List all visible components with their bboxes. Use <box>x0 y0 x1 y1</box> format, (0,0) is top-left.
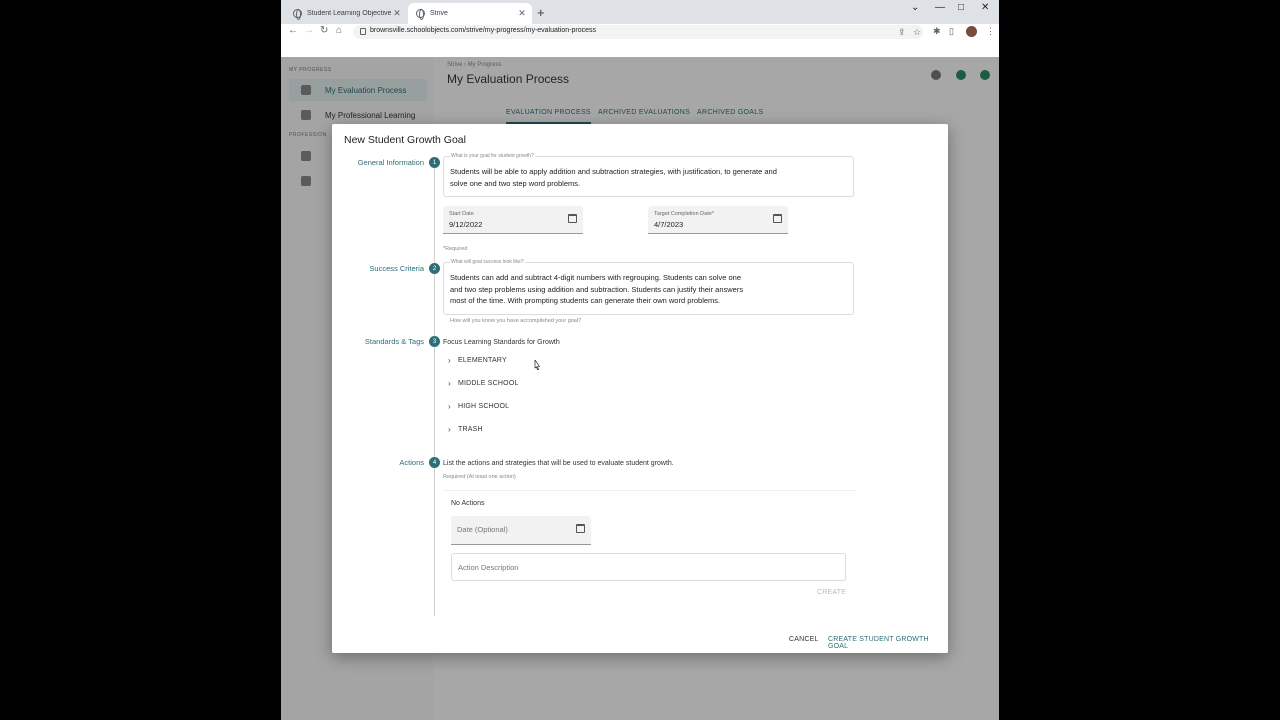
tab-strive[interactable]: Strive ✕ <box>408 3 532 24</box>
browser-toolbar: ← → ↻ ⌂ brownsville.schoolobjects.com/st… <box>281 24 999 40</box>
stepper-line <box>434 160 435 616</box>
menu-icon[interactable]: ⋮ <box>986 26 995 37</box>
step-label-actions: Actions <box>399 458 424 467</box>
new-goal-dialog: New Student Growth Goal General Informat… <box>332 124 948 653</box>
close-icon[interactable]: ✕ <box>516 8 528 19</box>
globe-icon <box>416 9 425 20</box>
url-text: brownsville.schoolobjects.com/strive/my-… <box>370 27 597 34</box>
step-label-standards: Standards & Tags <box>364 337 424 346</box>
browser-window: Student Learning Objectives For ✕ Strive… <box>281 0 999 720</box>
calendar-icon[interactable] <box>568 214 577 223</box>
action-description-placeholder: Action Description <box>458 563 519 572</box>
step-number: 2 <box>429 263 440 274</box>
calendar-icon[interactable] <box>576 524 585 533</box>
close-icon[interactable]: ✕ <box>391 8 403 19</box>
divider <box>443 490 855 491</box>
field-label: Start Date <box>449 211 474 217</box>
success-textarea[interactable]: What will goal success look like? Studen… <box>443 259 854 315</box>
tree-item-label: HIGH SCHOOL <box>458 403 510 410</box>
bookmark-star-icon[interactable]: ☆ <box>913 27 921 38</box>
calendar-icon[interactable] <box>773 214 782 223</box>
tree-item-middle-school[interactable]: › MIDDLE SCHOOL <box>448 379 519 388</box>
create-action-button[interactable]: CREATE <box>817 589 846 596</box>
home-icon[interactable]: ⌂ <box>336 25 342 36</box>
tree-item-label: ELEMENTARY <box>458 357 507 364</box>
start-date-field[interactable]: Start Date 9/12/2022 <box>443 206 583 234</box>
dialog-title: New Student Growth Goal <box>344 134 466 146</box>
required-note: *Required <box>443 246 468 252</box>
tree-item-label: MIDDLE SCHOOL <box>458 380 519 387</box>
tree-item-trash[interactable]: › TRASH <box>448 425 483 434</box>
address-bar[interactable]: brownsville.schoolobjects.com/strive/my-… <box>353 25 923 39</box>
cancel-button[interactable]: CANCEL <box>789 636 819 643</box>
action-description-field[interactable]: Action Description <box>451 553 846 581</box>
globe-icon <box>293 9 302 20</box>
step-number: 4 <box>429 457 440 468</box>
close-window-icon[interactable]: ✕ <box>981 2 989 13</box>
actions-required-note: Required (At least one action) <box>443 474 516 480</box>
actions-description: List the actions and strategies that wil… <box>443 460 674 467</box>
lock-icon <box>360 28 366 35</box>
standards-heading: Focus Learning Standards for Growth <box>443 339 560 346</box>
target-date-field[interactable]: Target Completion Date* 4/7/2023 <box>648 206 788 234</box>
tab-slo[interactable]: Student Learning Objectives For ✕ <box>285 3 407 24</box>
tree-item-label: TRASH <box>458 426 483 433</box>
tab-strip: Student Learning Objectives For ✕ Strive… <box>281 0 999 24</box>
no-actions-text: No Actions <box>451 500 485 507</box>
maximize-icon[interactable]: □ <box>958 2 964 13</box>
goal-textarea[interactable]: What is your goal for student growth? St… <box>443 153 854 197</box>
step-number: 1 <box>429 157 440 168</box>
field-label: Target Completion Date* <box>654 211 714 217</box>
target-date-value: 4/7/2023 <box>654 220 684 229</box>
chevron-right-icon: › <box>448 379 451 388</box>
chevron-right-icon: › <box>448 402 451 411</box>
minimize-icon[interactable]: — <box>935 2 945 13</box>
new-tab-icon[interactable]: + <box>537 5 545 20</box>
forward-icon[interactable]: → <box>304 25 314 36</box>
success-helper-text: How will you know you have accomplished … <box>450 318 582 324</box>
success-text: Students can add and subtract 4-digit nu… <box>450 273 744 305</box>
tree-item-high-school[interactable]: › HIGH SCHOOL <box>448 402 509 411</box>
chevron-right-icon: › <box>448 425 451 434</box>
tab-label: Strive <box>430 10 448 17</box>
step-label-success: Success Criteria <box>369 264 424 273</box>
extensions-icon[interactable]: ✱ <box>933 26 941 37</box>
mouse-cursor-icon <box>534 360 540 370</box>
step-label-general: General Information <box>357 158 424 167</box>
chevron-right-icon: › <box>448 356 451 365</box>
profile-avatar[interactable] <box>966 26 977 37</box>
tab-search-icon[interactable]: ⌄ <box>911 2 919 13</box>
reload-icon[interactable]: ↻ <box>320 25 328 36</box>
share-icon[interactable]: ⇪ <box>898 27 906 38</box>
sidepanel-icon[interactable]: ▯ <box>949 26 954 37</box>
create-goal-button[interactable]: CREATE STUDENT GROWTH GOAL <box>828 636 948 650</box>
action-date-field[interactable]: Date (Optional) <box>451 516 591 545</box>
step-number: 3 <box>429 336 440 347</box>
action-date-placeholder: Date (Optional) <box>457 525 508 534</box>
start-date-value: 9/12/2022 <box>449 220 483 229</box>
tab-label: Student Learning Objectives For <box>307 10 391 17</box>
field-label: What is your goal for student growth? <box>450 153 535 159</box>
goal-text: Students will be able to apply addition … <box>450 167 777 188</box>
tree-item-elementary[interactable]: › ELEMENTARY <box>448 356 507 365</box>
back-icon[interactable]: ← <box>288 25 298 36</box>
field-label: What will goal success look like? <box>450 259 525 265</box>
